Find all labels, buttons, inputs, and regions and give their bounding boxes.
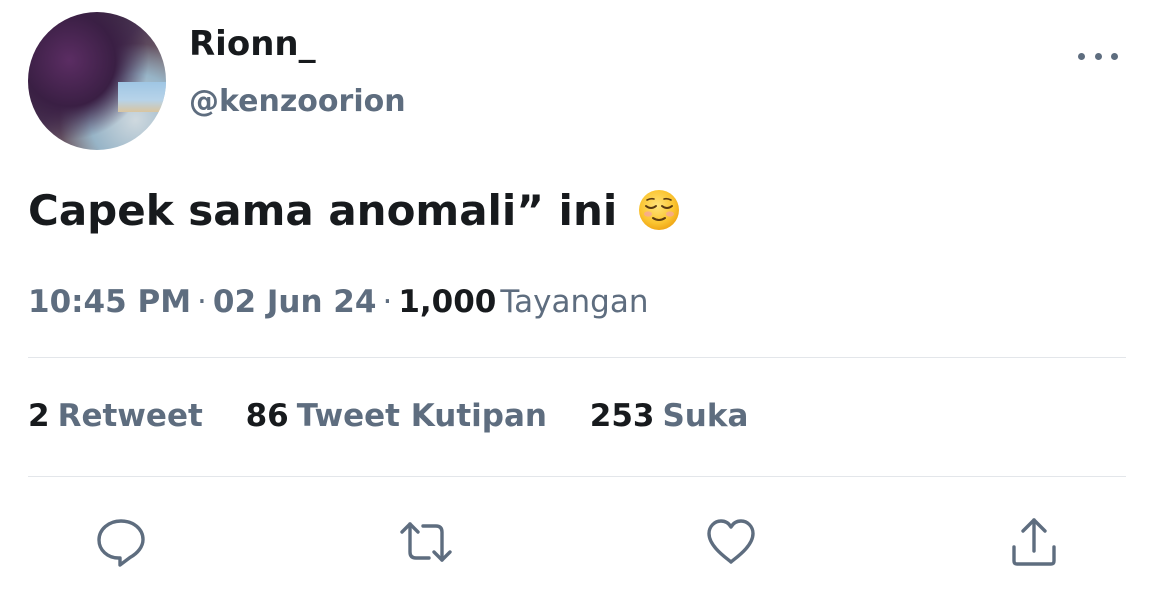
reply-icon	[97, 519, 145, 567]
retweet-label: Retweet	[57, 398, 203, 434]
separator-dot: ·	[197, 284, 207, 320]
share-icon	[1012, 518, 1056, 566]
more-dot-icon	[1094, 52, 1102, 60]
more-dot-icon	[1111, 52, 1118, 60]
retweet-icon	[400, 522, 452, 562]
quote-tweet-stat[interactable]: 86 Tweet Kutipan	[246, 398, 547, 434]
quote-tweet-label: Tweet Kutipan	[296, 398, 547, 434]
action-bar	[0, 512, 1154, 572]
like-label: Suka	[662, 398, 749, 434]
more-dot-icon	[1078, 52, 1085, 60]
tweet-text-content: Capek sama anomali” ini	[28, 186, 618, 235]
tweet-meta: 10:45 PM · 02 Jun 24 · 1,000 Tayangan	[28, 284, 649, 320]
tweet-date[interactable]: 02 Jun 24	[213, 284, 377, 320]
retweet-count: 2	[28, 398, 50, 434]
relieved-face-icon	[638, 189, 680, 241]
tweet-text: Capek sama anomali” ini	[28, 186, 680, 241]
views-label: Tayangan	[500, 284, 649, 320]
retweet-button[interactable]	[396, 512, 456, 572]
like-count: 253	[589, 398, 655, 434]
avatar[interactable]	[28, 12, 166, 150]
user-handle[interactable]: @kenzoorion	[189, 84, 406, 119]
views-count: 1,000	[398, 284, 497, 320]
separator-dot: ·	[382, 284, 393, 320]
like-icon	[707, 519, 755, 564]
tweet-time[interactable]: 10:45 PM	[28, 284, 191, 320]
divider	[28, 476, 1126, 477]
retweet-stat[interactable]: 2 Retweet	[28, 398, 203, 434]
tweet-stats: 2 Retweet 86 Tweet Kutipan 253 Suka	[28, 398, 780, 434]
display-name[interactable]: Rionn_	[189, 24, 316, 64]
share-button[interactable]	[1004, 512, 1064, 572]
reply-button[interactable]	[91, 512, 151, 572]
like-stat[interactable]: 253 Suka	[590, 398, 749, 434]
divider	[28, 357, 1126, 358]
like-button[interactable]	[701, 512, 761, 572]
quote-tweet-count: 86	[245, 398, 289, 434]
more-options-button[interactable]	[1078, 46, 1118, 66]
